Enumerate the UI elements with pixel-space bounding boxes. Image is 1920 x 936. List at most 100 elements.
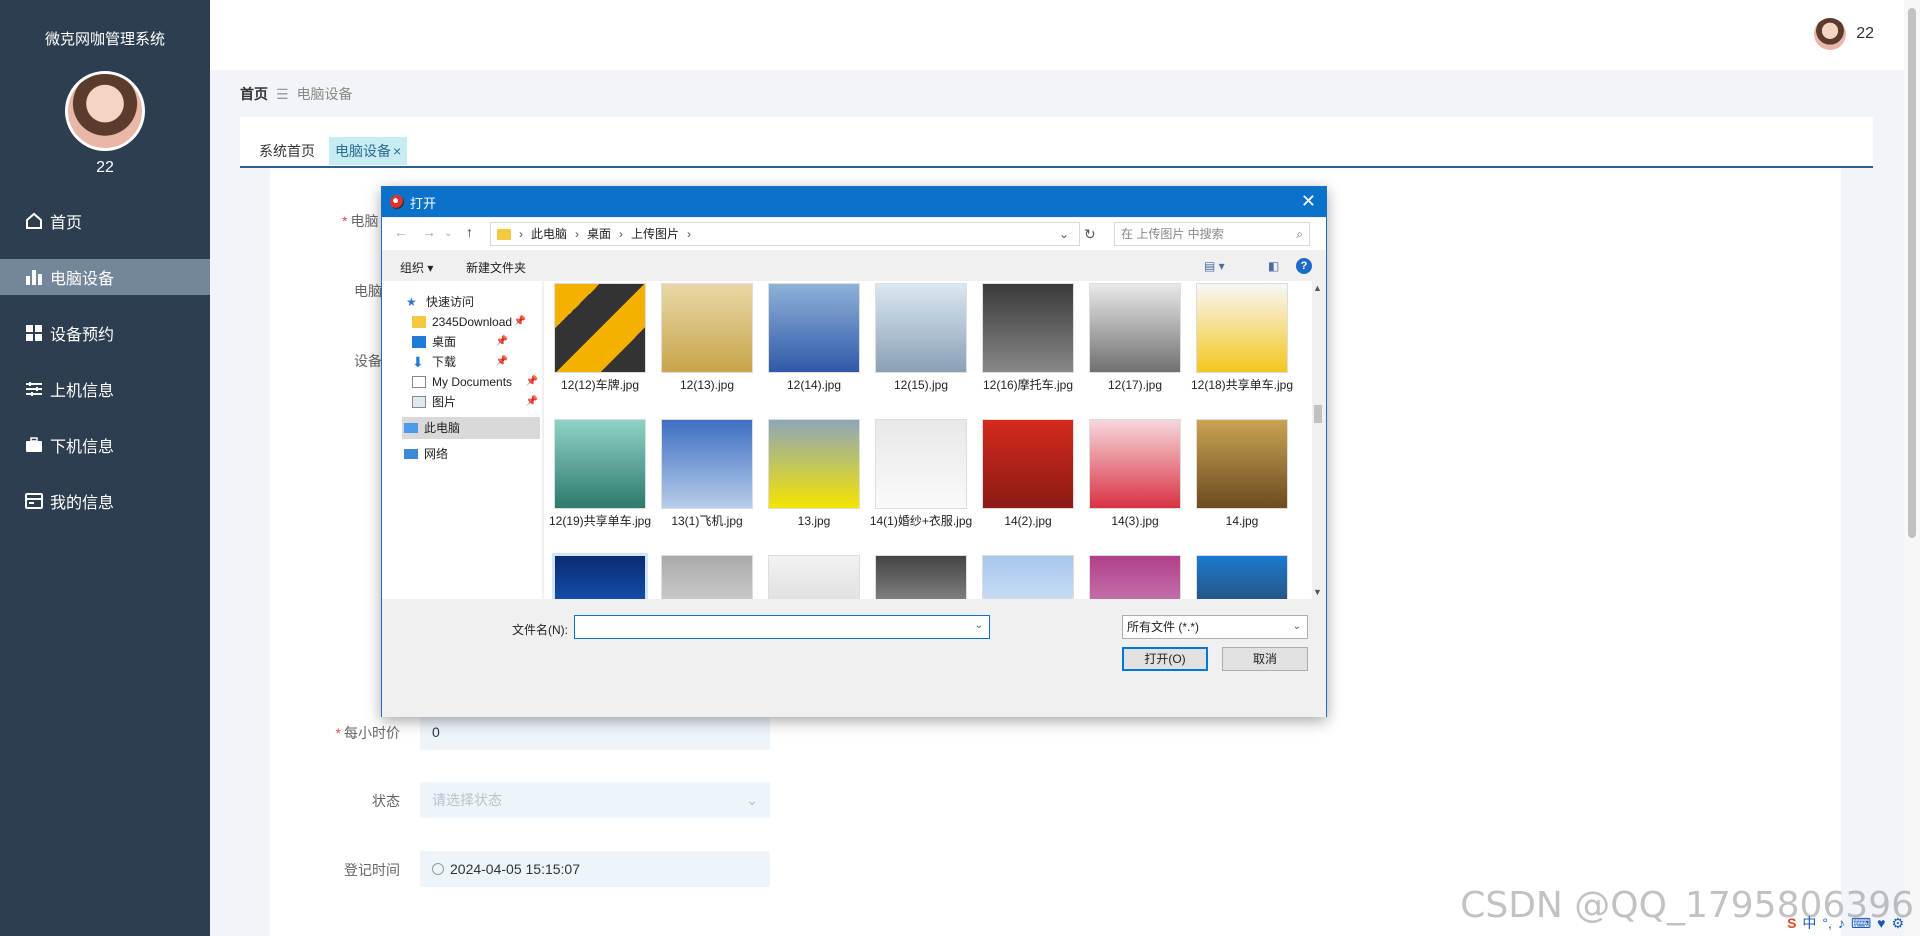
file-item[interactable] bbox=[762, 555, 866, 599]
cancel-button[interactable]: 取消 bbox=[1222, 647, 1308, 671]
organize-button[interactable]: 组织 ▾ bbox=[400, 259, 433, 276]
close-icon[interactable]: ✕ bbox=[1301, 191, 1316, 212]
address-crumb[interactable]: 此电脑 bbox=[531, 223, 567, 245]
chevron-down-icon[interactable]: ⌄ bbox=[975, 620, 983, 631]
file-thumbnail bbox=[982, 419, 1074, 509]
help-icon[interactable]: ? bbox=[1296, 258, 1312, 274]
register-time-input[interactable]: 2024-04-05 15:15:07 bbox=[420, 851, 770, 887]
file-item[interactable] bbox=[976, 555, 1080, 599]
hourly-price-input[interactable]: 0 bbox=[420, 714, 770, 750]
keyboard-icon[interactable]: ⌨ bbox=[1851, 915, 1871, 932]
file-item[interactable]: 12(12)车牌.jpg bbox=[548, 283, 652, 393]
scroll-down-icon[interactable]: ▼ bbox=[1313, 587, 1322, 597]
file-item[interactable]: 12(17).jpg bbox=[1083, 283, 1187, 393]
ime-toolbar: S 中 °, ♪ ⌨ ♥ ⚙ bbox=[1787, 910, 1904, 936]
folder-icon bbox=[497, 228, 511, 240]
file-item[interactable]: 14(3).jpg bbox=[1083, 419, 1187, 529]
file-item[interactable]: 14(2).jpg bbox=[976, 419, 1080, 529]
file-thumbnail bbox=[875, 283, 967, 373]
filename-input[interactable]: ⌄ bbox=[574, 615, 990, 639]
file-item[interactable] bbox=[869, 555, 973, 599]
download-icon: ⬇ bbox=[412, 354, 424, 370]
back-icon[interactable]: ← bbox=[394, 224, 408, 240]
sidebar-item-home[interactable]: 首页 bbox=[0, 203, 210, 239]
field-label: * 电脑 bbox=[342, 213, 379, 229]
nav-item-desktop[interactable]: 桌面 📌 bbox=[412, 331, 508, 353]
ime-mode-icon[interactable]: 中 bbox=[1802, 913, 1816, 933]
sidebar-item-reservation[interactable]: 设备预约 bbox=[0, 315, 210, 351]
ime-logo-icon: S bbox=[1787, 915, 1797, 931]
preview-pane-icon[interactable]: ◧ bbox=[1268, 259, 1279, 273]
avatar[interactable] bbox=[1814, 18, 1847, 50]
file-item[interactable] bbox=[1083, 555, 1187, 599]
scroll-up-icon[interactable]: ▲ bbox=[1313, 283, 1322, 293]
page-scrollbar[interactable] bbox=[1904, 0, 1920, 936]
file-item[interactable]: 12(18)共享单车.jpg bbox=[1190, 283, 1294, 393]
file-item[interactable]: 12(13).jpg bbox=[655, 283, 759, 393]
file-item[interactable]: 13(1)飞机.jpg bbox=[655, 419, 759, 529]
chevron-down-icon[interactable]: ⌄ bbox=[1059, 223, 1069, 245]
tab-home[interactable]: 系统首页 bbox=[253, 137, 321, 165]
forward-icon[interactable]: → bbox=[422, 224, 436, 240]
sidebar-item-login-info[interactable]: 上机信息 bbox=[0, 371, 210, 407]
tab-computers[interactable]: 电脑设备 × bbox=[329, 137, 408, 165]
search-input[interactable]: 在 上传图片 中搜索 ⌕ bbox=[1114, 222, 1310, 246]
status-select[interactable]: 请选择状态 ⌄ bbox=[420, 782, 770, 818]
address-bar[interactable]: › 此电脑 › 桌面 › 上传图片 › ⌄ bbox=[490, 222, 1080, 246]
refresh-icon[interactable]: ↻ bbox=[1084, 226, 1096, 243]
breadcrumb-home[interactable]: 首页 bbox=[240, 84, 268, 104]
avatar[interactable] bbox=[65, 71, 145, 151]
nav-item-this-pc[interactable]: 此电脑 bbox=[402, 417, 540, 439]
nav-item-network[interactable]: 网络 bbox=[404, 443, 448, 465]
nav-item-pictures[interactable]: 图片 📌 bbox=[412, 391, 538, 413]
new-folder-button[interactable]: 新建文件夹 bbox=[466, 259, 526, 276]
file-thumbnail bbox=[661, 283, 753, 373]
file-thumbnail bbox=[1196, 555, 1288, 599]
file-item[interactable] bbox=[655, 555, 759, 599]
microphone-icon[interactable]: ♪ bbox=[1838, 915, 1845, 931]
tabs-bar: 系统首页 电脑设备 × bbox=[240, 117, 1873, 168]
file-name: 12(14).jpg bbox=[786, 378, 842, 392]
file-name: 12(13).jpg bbox=[679, 378, 735, 392]
scroll-thumb[interactable] bbox=[1314, 405, 1322, 423]
up-icon[interactable]: ↑ bbox=[466, 224, 473, 240]
pin-icon: 📌 bbox=[495, 336, 508, 347]
file-item[interactable] bbox=[1190, 555, 1294, 599]
file-item[interactable]: 14.jpg bbox=[1190, 419, 1294, 529]
punctuation-icon[interactable]: °, bbox=[1822, 915, 1832, 931]
file-item[interactable]: 14(1)婚纱+衣服.jpg bbox=[869, 419, 973, 529]
toolbox-icon[interactable]: ⚙ bbox=[1891, 915, 1904, 932]
recent-dropdown-icon[interactable]: ⌄ bbox=[444, 228, 452, 239]
nav-item-my-documents[interactable]: My Documents 📌 bbox=[412, 371, 538, 393]
file-thumbnail bbox=[1089, 555, 1181, 599]
sidebar-item-my-info[interactable]: 我的信息 bbox=[0, 483, 210, 519]
dialog-navbar: ← → ⌄ ↑ › 此电脑 › 桌面 › 上传图片 › ⌄ ↻ 在 上传图片 中… bbox=[382, 218, 1326, 250]
file-item[interactable]: 13.jpg bbox=[762, 419, 866, 529]
file-item[interactable] bbox=[548, 553, 652, 599]
skin-icon[interactable]: ♥ bbox=[1877, 915, 1885, 931]
user-menu[interactable]: 22 bbox=[1814, 18, 1874, 50]
nav-item-quick-access[interactable]: ★ 快速访问 bbox=[406, 291, 474, 313]
view-options-icon[interactable]: ▤ ▾ bbox=[1204, 259, 1225, 273]
file-item[interactable]: 12(16)摩托车.jpg bbox=[976, 283, 1080, 393]
filetype-select[interactable]: 所有文件 (*.*) ⌄ bbox=[1122, 615, 1308, 639]
nav-label: 图片 bbox=[432, 395, 457, 409]
nav-item-downloads[interactable]: ⬇ 下载 📌 bbox=[412, 351, 508, 373]
open-button[interactable]: 打开(O) bbox=[1122, 647, 1208, 671]
scroll-thumb[interactable] bbox=[1908, 8, 1916, 538]
file-item[interactable]: 12(15).jpg bbox=[869, 283, 973, 393]
nav-item-2345download[interactable]: 2345Download 📌 bbox=[412, 311, 526, 333]
file-item[interactable]: 12(19)共享单车.jpg bbox=[548, 419, 652, 529]
sidebar-item-computers[interactable]: 电脑设备 bbox=[0, 259, 210, 295]
address-crumb[interactable]: 上传图片 bbox=[631, 223, 679, 245]
sidebar-item-logout-info[interactable]: 下机信息 bbox=[0, 427, 210, 463]
file-item[interactable]: 12(14).jpg bbox=[762, 283, 866, 393]
close-icon[interactable]: × bbox=[393, 143, 401, 159]
file-name: 12(12)车牌.jpg bbox=[560, 378, 640, 392]
file-list-scrollbar[interactable]: ▲ ▼ bbox=[1312, 281, 1324, 599]
address-crumb[interactable]: 桌面 bbox=[587, 223, 611, 245]
nav-label: 下载 bbox=[432, 355, 457, 369]
dialog-titlebar[interactable]: 打开 ✕ bbox=[382, 187, 1326, 217]
file-thumbnail bbox=[768, 419, 860, 509]
file-thumbnail bbox=[552, 553, 648, 599]
